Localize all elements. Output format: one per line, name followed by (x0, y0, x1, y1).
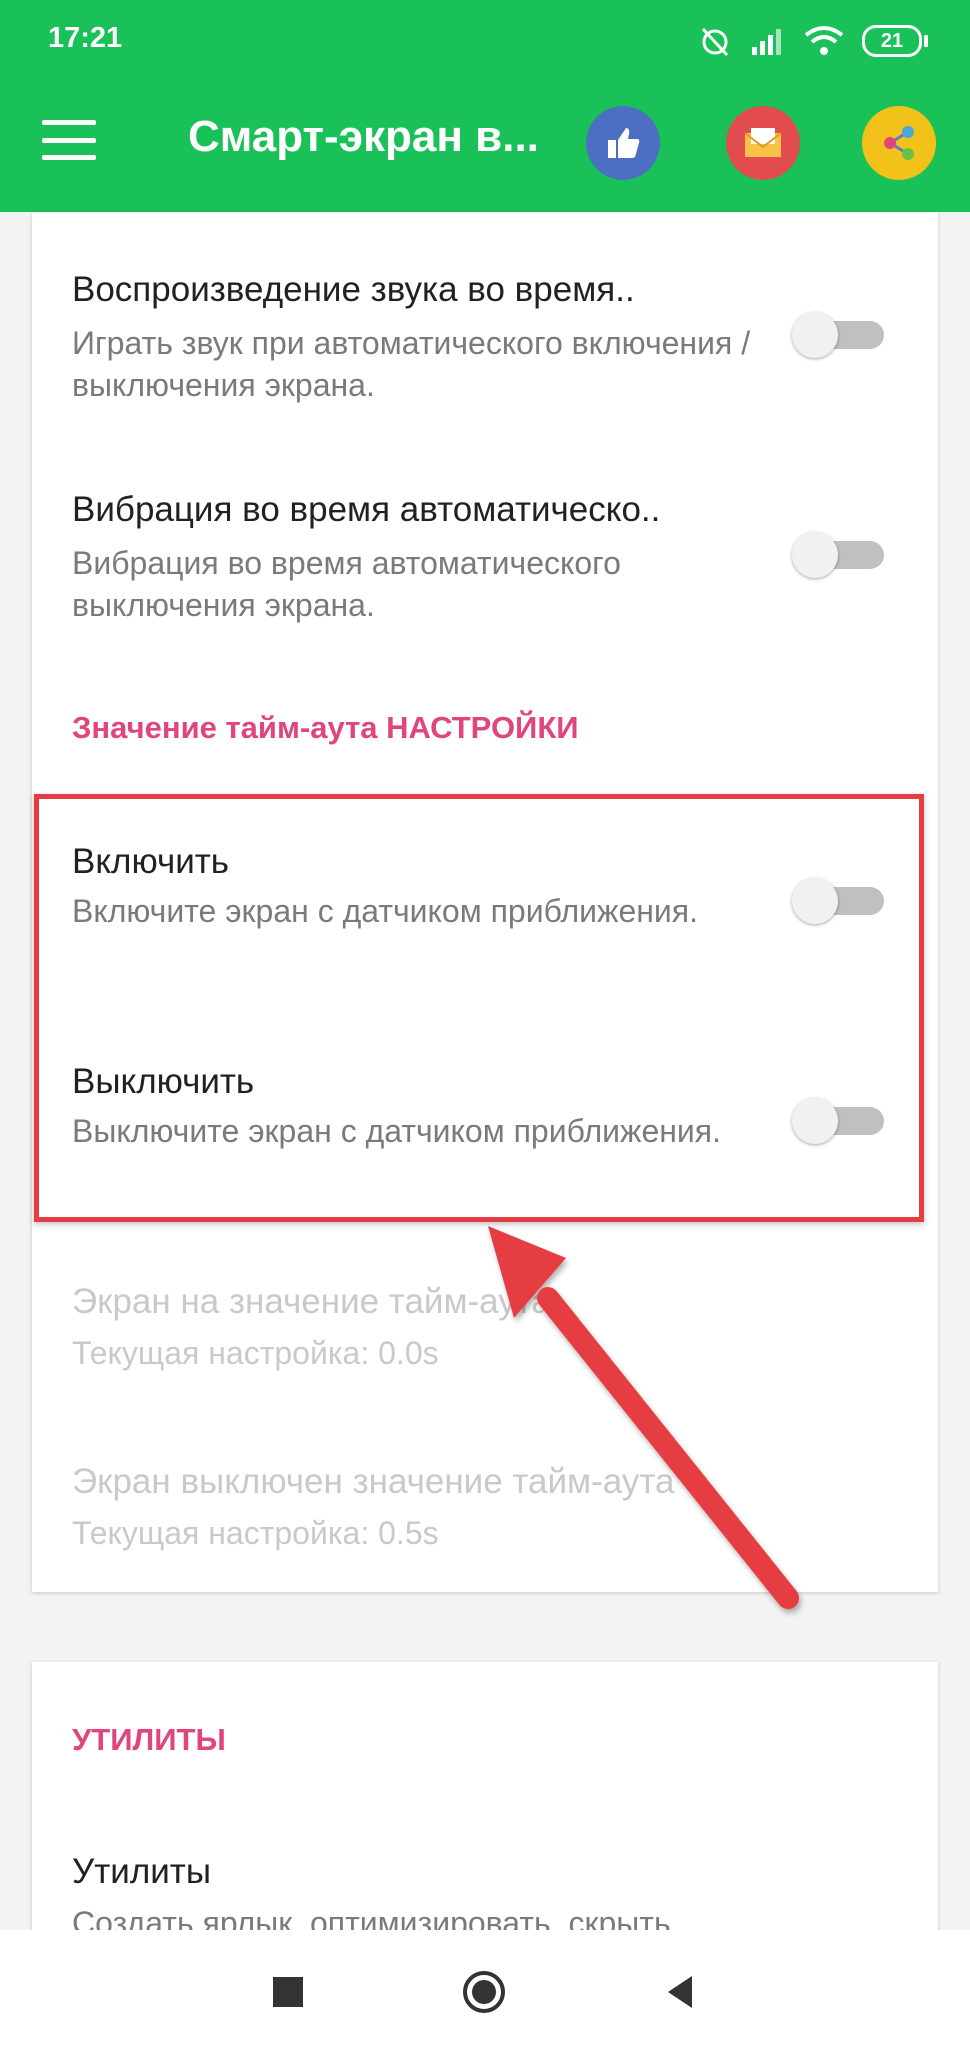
vibration-toggle[interactable] (792, 532, 892, 578)
pref-screen-on-timeout-summary: Текущая настройка: 0.0s (72, 1335, 439, 1371)
hamburger-menu-icon[interactable] (42, 120, 96, 160)
pref-sound-summary: Играть звук при автоматического включени… (72, 325, 751, 403)
back-icon[interactable] (660, 1970, 704, 2014)
share-button[interactable] (862, 106, 936, 180)
signal-icon (752, 29, 781, 55)
app-title: Смарт-экран в... (188, 112, 539, 161)
alarm-off-icon (701, 27, 729, 57)
utilities-card: УТИЛИТЫ Утилиты Создать ярлык, оптимизир… (32, 1662, 938, 1962)
app-bar: 17:21 21 Смарт-экран в... (0, 0, 970, 212)
thumbs-up-icon (608, 128, 640, 158)
pref-screen-off-timeout-title: Экран выключен значение тайм-аута (72, 1462, 675, 1501)
pref-sound-title: Воспроизведение звука во время.. (72, 270, 635, 309)
mail-icon (744, 128, 782, 157)
navigation-bar (0, 1930, 970, 2048)
sound-toggle[interactable] (792, 312, 892, 358)
wifi-icon (804, 26, 844, 55)
pref-vibration-summary: Вибрация во время автоматического выключ… (72, 545, 621, 623)
utilities-section-title: УТИЛИТЫ (72, 1722, 226, 1757)
like-button[interactable] (586, 106, 660, 180)
status-time: 17:21 (48, 22, 123, 54)
pref-screen-on-timeout-title: Экран на значение тайм-аута (72, 1282, 551, 1321)
timeout-section-title: Значение тайм-аута НАСТРОЙКИ (72, 710, 579, 745)
pref-screen-off-timeout-summary: Текущая настройка: 0.5s (72, 1515, 439, 1551)
highlight-box (34, 794, 924, 1222)
pref-vibration-title: Вибрация во время автоматическо.. (72, 490, 661, 529)
share-icon (884, 126, 914, 160)
mail-button[interactable] (726, 106, 800, 180)
battery-level: 21 (880, 29, 904, 52)
battery-icon: 21 (862, 25, 928, 57)
recent-apps-icon[interactable] (266, 1970, 310, 2014)
status-icons: 21 (698, 20, 928, 62)
pref-utilities-title: Утилиты (72, 1852, 211, 1891)
home-icon[interactable] (462, 1970, 506, 2014)
